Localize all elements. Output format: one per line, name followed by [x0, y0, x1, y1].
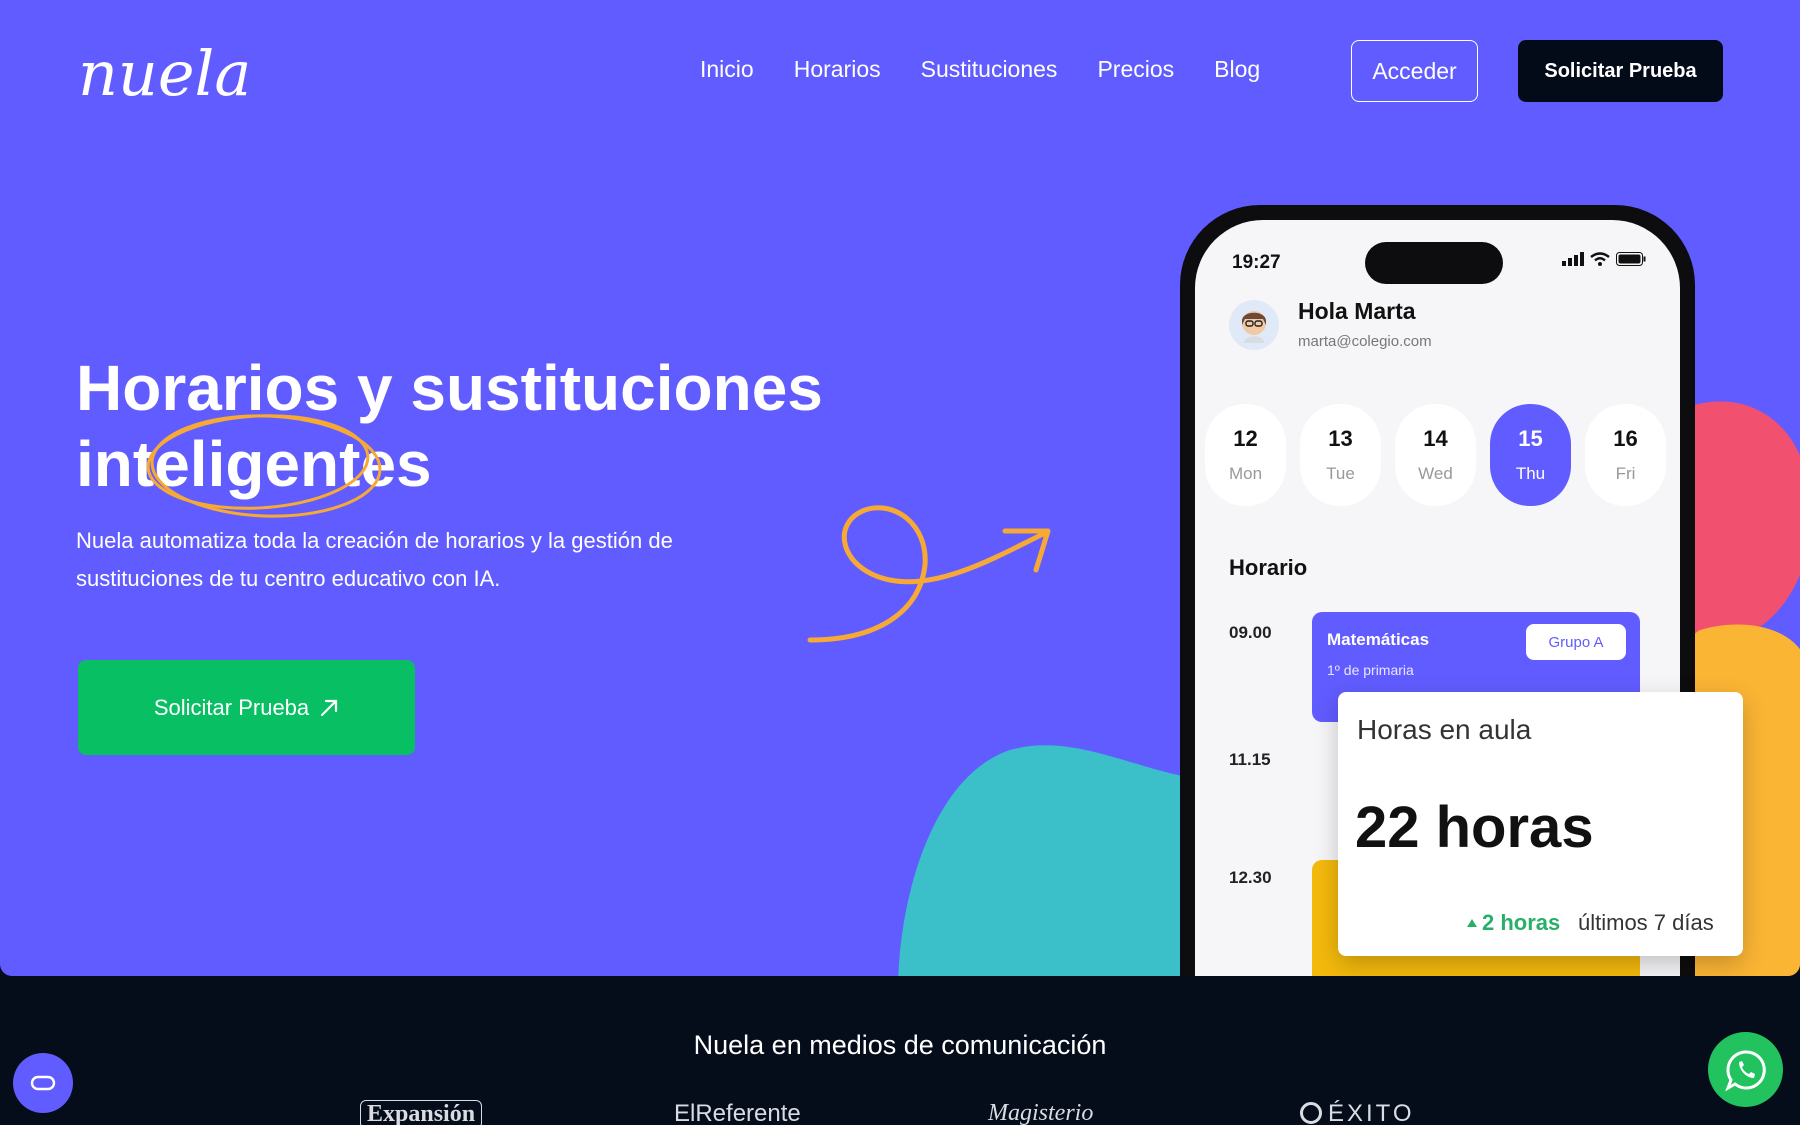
request-trial-label: Solicitar Prueba	[153, 694, 310, 720]
wifi-icon	[1590, 252, 1610, 266]
media-logo-elreferente[interactable]: ElReferente	[674, 1100, 801, 1125]
day-number: 15	[1518, 426, 1543, 451]
day-weekday: Mon	[1228, 464, 1263, 483]
day-weekday: Fri	[1615, 464, 1636, 483]
media-logo-magisterio[interactable]: Magisterio	[988, 1100, 1093, 1125]
day-number: 12	[1233, 426, 1258, 451]
exito-emblem-icon	[1300, 1102, 1322, 1124]
group-badge: Grupo A	[1526, 624, 1626, 660]
day-weekday: Thu	[1515, 464, 1546, 483]
schedule-title: Horario	[1229, 555, 1308, 580]
hero-subtext: Nuela automatiza toda la creación de hor…	[76, 528, 673, 591]
user-avatar-icon	[1242, 311, 1266, 343]
avatar	[1229, 300, 1279, 350]
day-chip[interactable]: 16 Fri	[1585, 404, 1666, 506]
media-logo-expansion[interactable]: Expansión	[360, 1100, 483, 1125]
main-nav: Inicio Horarios Sustituciones Precios Bl…	[700, 56, 1260, 83]
nav-inicio[interactable]: Inicio	[700, 56, 754, 83]
day-chip[interactable]: 14 Wed	[1395, 404, 1476, 506]
media-logo-exito-label: ÉXITO	[1328, 1100, 1415, 1125]
whatsapp-button[interactable]	[1708, 1032, 1783, 1107]
login-button[interactable]: Acceder	[1351, 40, 1478, 102]
nav-horarios[interactable]: Horarios	[794, 56, 881, 83]
circle-scribble-decoration	[146, 414, 382, 518]
svg-text:nuela: nuela	[78, 37, 251, 110]
arrow-up-right-icon	[321, 699, 338, 716]
nuela-logo[interactable]: nuela	[76, 30, 251, 110]
day-number: 13	[1328, 426, 1353, 451]
status-time: 19:27	[1232, 252, 1281, 273]
day-chip[interactable]: 13 Tue	[1300, 404, 1381, 506]
slot-time: 12.30	[1229, 868, 1272, 887]
media-logos-row: Expansión ElReferente Magisterio ÉXITO	[0, 1100, 1800, 1125]
hero-section: nuela Inicio Horarios Sustituciones Prec…	[0, 0, 1800, 976]
user-email: marta@colegio.com	[1298, 333, 1432, 350]
stat-label: Horas en aula	[1357, 714, 1532, 745]
slot-time: 11.15	[1229, 750, 1271, 769]
battery-icon	[1616, 252, 1646, 266]
class-subtitle: 1º de primaria	[1327, 662, 1414, 678]
nav-precios[interactable]: Precios	[1097, 56, 1174, 83]
request-trial-nav-button[interactable]: Solicitar Prueba	[1518, 40, 1723, 102]
day-selector: 12 Mon 13 Tue 14 Wed 15 Thu 16 Fri	[1205, 404, 1666, 506]
greeting: Hola Marta	[1298, 298, 1416, 324]
stat-delta-value: 2 horas	[1482, 910, 1561, 935]
day-chip-selected[interactable]: 15 Thu	[1490, 404, 1571, 506]
media-logo-exito[interactable]: ÉXITO	[1300, 1100, 1415, 1125]
signal-icon	[1562, 252, 1584, 266]
class-title: Matemáticas	[1327, 630, 1430, 649]
cookie-settings-button[interactable]	[13, 1053, 73, 1113]
triangle-up-icon	[1467, 919, 1477, 927]
arrow-scribble-decoration	[807, 505, 1051, 643]
hours-stat-card: Horas en aula 22 horas 2 horas últimos 7…	[1338, 692, 1743, 956]
whatsapp-icon	[1724, 1049, 1766, 1091]
stat-period: últimos 7 días	[1578, 910, 1714, 935]
dynamic-island	[1365, 242, 1503, 284]
request-trial-button[interactable]: Solicitar Prueba	[78, 660, 415, 755]
day-weekday: Tue	[1326, 464, 1355, 483]
stat-delta: 2 horas	[1466, 910, 1560, 936]
nav-sustituciones[interactable]: Sustituciones	[921, 56, 1058, 83]
day-chip[interactable]: 12 Mon	[1205, 404, 1286, 506]
nav-blog[interactable]: Blog	[1214, 56, 1260, 83]
day-number: 14	[1423, 426, 1448, 451]
cookie-settings-icon	[30, 1075, 56, 1091]
status-icons	[1562, 252, 1646, 266]
day-weekday: Wed	[1418, 464, 1453, 483]
media-section-title: Nuela en medios de comunicación	[693, 1030, 1107, 1060]
slot-time: 09.00	[1229, 623, 1272, 642]
day-number: 16	[1613, 426, 1638, 451]
stat-value: 22 horas	[1355, 795, 1594, 860]
